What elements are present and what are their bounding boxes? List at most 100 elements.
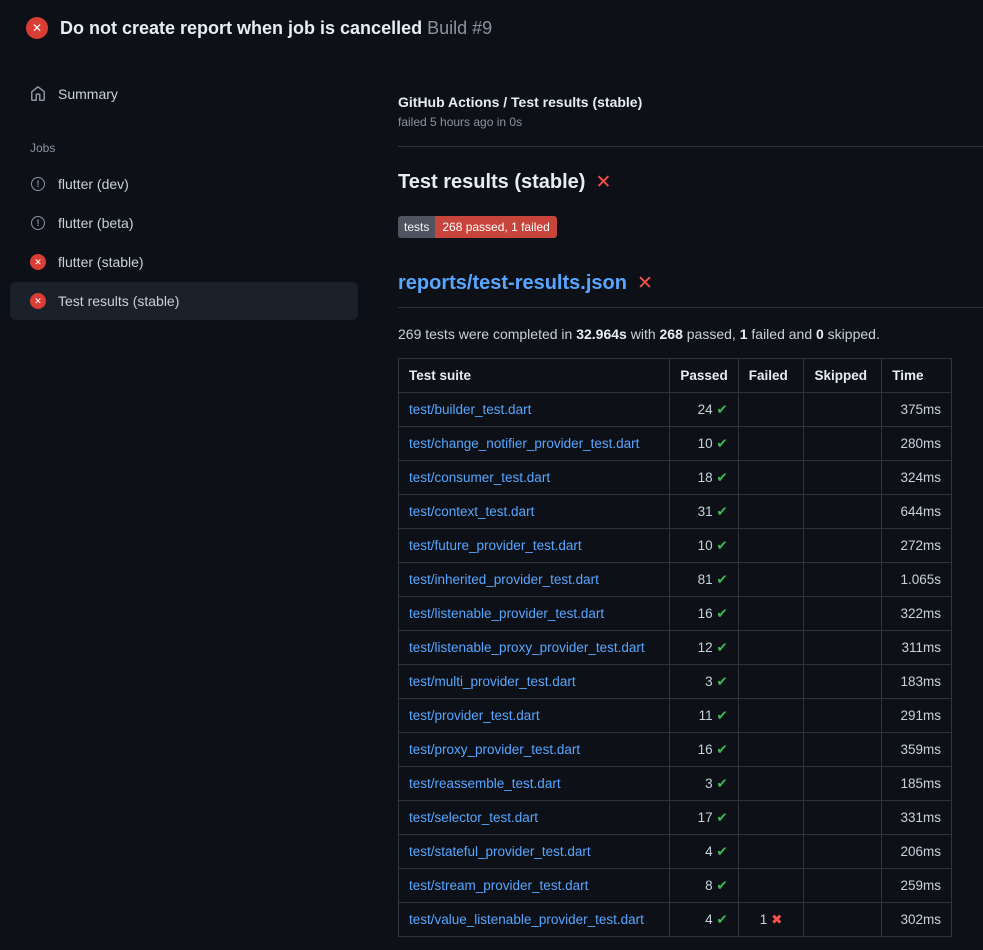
- col-passed-cell: 3 ✔: [670, 665, 738, 699]
- col-skipped-cell: [804, 427, 882, 461]
- col-failed-cell: [738, 563, 804, 597]
- table-row: test/listenable_provider_test.dart16 ✔32…: [399, 597, 952, 631]
- col-passed-cell: 8 ✔: [670, 869, 738, 903]
- col-failed-cell: [738, 597, 804, 631]
- suite-link[interactable]: test/listenable_proxy_provider_test.dart: [409, 640, 645, 655]
- suite-link[interactable]: test/inherited_provider_test.dart: [409, 572, 599, 587]
- sidebar-item-summary[interactable]: Summary: [10, 75, 358, 113]
- suite-link[interactable]: test/future_provider_test.dart: [409, 538, 582, 553]
- suite-link[interactable]: test/builder_test.dart: [409, 402, 531, 417]
- report-link[interactable]: reports/test-results.json: [398, 272, 627, 295]
- suite-link[interactable]: test/stream_provider_test.dart: [409, 878, 588, 893]
- suite-link[interactable]: test/provider_test.dart: [409, 708, 540, 723]
- col-passed-cell: 4 ✔: [670, 903, 738, 937]
- check-icon: ✔: [716, 912, 727, 927]
- time-cell: 331ms: [882, 801, 952, 835]
- col-skipped-cell: [804, 767, 882, 801]
- col-failed-cell: [738, 427, 804, 461]
- suite-cell: test/reassemble_test.dart: [399, 767, 670, 801]
- time-cell: 1.065s: [882, 563, 952, 597]
- time-cell: 324ms: [882, 461, 952, 495]
- suite-cell: test/proxy_provider_test.dart: [399, 733, 670, 767]
- test-results-table: Test suite Passed Failed Skipped Time te…: [398, 358, 952, 937]
- column-header-time: Time: [882, 359, 952, 393]
- suite-link[interactable]: test/change_notifier_provider_test.dart: [409, 436, 639, 451]
- table-header-row: Test suite Passed Failed Skipped Time: [399, 359, 952, 393]
- jobs-section-label: Jobs: [0, 141, 368, 155]
- check-icon: ✔: [716, 640, 727, 655]
- neutral-status-icon: !: [30, 176, 46, 192]
- check-icon: ✔: [716, 436, 727, 451]
- suite-link[interactable]: test/listenable_provider_test.dart: [409, 606, 604, 621]
- suite-link[interactable]: test/reassemble_test.dart: [409, 776, 561, 791]
- x-icon: ✖: [771, 912, 782, 927]
- suite-link[interactable]: test/selector_test.dart: [409, 810, 538, 825]
- column-header-passed: Passed: [670, 359, 738, 393]
- suite-link[interactable]: test/value_listenable_provider_test.dart: [409, 912, 644, 927]
- table-row: test/reassemble_test.dart3 ✔185ms: [399, 767, 952, 801]
- build-number: Build #9: [427, 18, 492, 38]
- summary-text: with: [627, 326, 660, 342]
- time-cell: 206ms: [882, 835, 952, 869]
- suite-cell: test/inherited_provider_test.dart: [399, 563, 670, 597]
- check-icon: ✔: [716, 572, 727, 587]
- report-heading: reports/test-results.json ✕: [398, 272, 983, 308]
- section-title: Test results (stable) ✕: [398, 171, 983, 194]
- neutral-status-icon: !: [30, 215, 46, 231]
- check-icon: ✔: [716, 606, 727, 621]
- suite-cell: test/multi_provider_test.dart: [399, 665, 670, 699]
- sidebar-item-flutter-dev[interactable]: ! flutter (dev): [10, 165, 358, 203]
- divider: [398, 146, 983, 147]
- table-row: test/value_listenable_provider_test.dart…: [399, 903, 952, 937]
- col-failed-cell: [738, 767, 804, 801]
- col-skipped-cell: [804, 529, 882, 563]
- summary-skipped-count: 0: [816, 326, 824, 342]
- main-content: GitHub Actions / Test results (stable) f…: [368, 56, 983, 937]
- col-failed-cell: [738, 699, 804, 733]
- sidebar-item-test-results-stable[interactable]: ✕ Test results (stable): [10, 282, 358, 320]
- suite-link[interactable]: test/multi_provider_test.dart: [409, 674, 576, 689]
- job-label: flutter (beta): [58, 215, 133, 231]
- check-icon: ✔: [716, 878, 727, 893]
- col-failed-cell: [738, 495, 804, 529]
- col-passed-cell: 81 ✔: [670, 563, 738, 597]
- time-cell: 311ms: [882, 631, 952, 665]
- column-header-failed: Failed: [738, 359, 804, 393]
- suite-link[interactable]: test/proxy_provider_test.dart: [409, 742, 580, 757]
- summary-text: passed,: [683, 326, 740, 342]
- time-cell: 359ms: [882, 733, 952, 767]
- suite-cell: test/provider_test.dart: [399, 699, 670, 733]
- summary-line: 269 tests were completed in 32.964s with…: [398, 326, 983, 342]
- sidebar: Summary Jobs ! flutter (dev) ! flutter (…: [0, 56, 368, 321]
- col-skipped-cell: [804, 801, 882, 835]
- table-row: test/change_notifier_provider_test.dart1…: [399, 427, 952, 461]
- sidebar-item-flutter-stable[interactable]: ✕ flutter (stable): [10, 243, 358, 281]
- col-failed-cell: [738, 869, 804, 903]
- col-failed-cell: [738, 631, 804, 665]
- col-skipped-cell: [804, 903, 882, 937]
- suite-link[interactable]: test/stateful_provider_test.dart: [409, 844, 591, 859]
- suite-link[interactable]: test/context_test.dart: [409, 504, 534, 519]
- summary-text: failed and: [748, 326, 817, 342]
- section-title-text: Test results (stable): [398, 171, 585, 194]
- time-cell: 259ms: [882, 869, 952, 903]
- table-row: test/selector_test.dart17 ✔331ms: [399, 801, 952, 835]
- table-row: test/consumer_test.dart18 ✔324ms: [399, 461, 952, 495]
- job-label: flutter (stable): [58, 254, 144, 270]
- suite-cell: test/context_test.dart: [399, 495, 670, 529]
- summary-total-time: 32.964s: [576, 326, 627, 342]
- col-passed-cell: 11 ✔: [670, 699, 738, 733]
- sidebar-item-flutter-beta[interactable]: ! flutter (beta): [10, 204, 358, 242]
- col-skipped-cell: [804, 869, 882, 903]
- failed-status-icon: ✕: [26, 17, 48, 39]
- col-skipped-cell: [804, 631, 882, 665]
- summary-passed-count: 268: [660, 326, 683, 342]
- failed-status-icon: ✕: [30, 254, 46, 270]
- suite-link[interactable]: test/consumer_test.dart: [409, 470, 550, 485]
- tests-badge: tests 268 passed, 1 failed: [398, 216, 557, 238]
- time-cell: 272ms: [882, 529, 952, 563]
- col-failed-cell: [738, 529, 804, 563]
- check-icon: ✔: [716, 708, 727, 723]
- column-header-skipped: Skipped: [804, 359, 882, 393]
- page-header: ✕ Do not create report when job is cance…: [0, 0, 983, 56]
